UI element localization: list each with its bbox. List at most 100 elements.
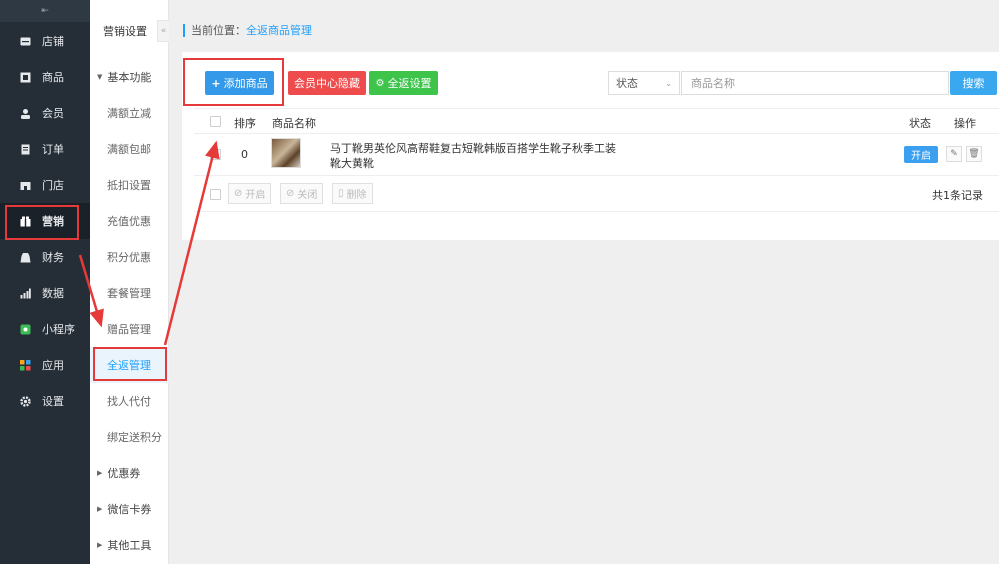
- subnav-title-text: 营销设置: [103, 25, 147, 38]
- breadcrumb-prefix: 当前位置：: [191, 24, 246, 37]
- nav-item-label: 数据: [42, 287, 64, 300]
- finance-icon: [20, 252, 31, 263]
- subnav-item-recharge[interactable]: 充值优惠: [90, 203, 169, 239]
- batch-disable-button[interactable]: ⊘ 关闭: [280, 183, 324, 204]
- subnav-item-deduction[interactable]: 抵扣设置: [90, 167, 169, 203]
- nav-item-label: 门店: [42, 179, 64, 192]
- subnav-group-label: 基本功能: [107, 71, 152, 84]
- subnav-item-full-reduce[interactable]: 满额立减: [90, 95, 169, 131]
- nav-item-label: 设置: [42, 395, 64, 408]
- batch-delete-button[interactable]: ▯ 删除: [332, 183, 373, 204]
- nav-item-label: 财务: [42, 251, 64, 264]
- th-sort: 排序: [234, 117, 256, 130]
- subnav-group-label: 优惠券: [107, 467, 141, 480]
- nav-item-goods[interactable]: 商品: [0, 59, 90, 95]
- nav-item-order[interactable]: 订单: [0, 131, 90, 167]
- nav-item-member[interactable]: 会员: [0, 95, 90, 131]
- caret-right-icon: ▶: [97, 469, 103, 477]
- row-checkbox[interactable]: [210, 149, 221, 160]
- full-return-settings-button[interactable]: ⚙ 全返设置: [369, 71, 438, 95]
- ban-icon: ⊘: [286, 188, 295, 199]
- th-status: 状态: [909, 117, 931, 130]
- subnav-group-basic[interactable]: ▼ 基本功能: [90, 59, 169, 95]
- batch-enable-button[interactable]: ⊘ 开启: [228, 183, 272, 204]
- order-icon: [20, 144, 31, 155]
- edit-icon[interactable]: ✎: [946, 146, 962, 162]
- table-header: 排序 商品名称 状态 操作: [194, 108, 999, 134]
- batch-delete-label: 删除: [346, 190, 367, 201]
- member-center-hide-button[interactable]: 会员中心隐藏: [288, 71, 366, 95]
- subnav-group-wechat-card[interactable]: ▶ 微信卡券: [90, 491, 169, 527]
- table-row: 0 马丁靴男英伦风高帮鞋复古短靴韩版百搭学生靴子秋季工装靴大黄靴 开启 ✎ 🗑: [194, 134, 999, 176]
- subnav-item-label: 找人代付: [107, 395, 151, 408]
- trash-icon[interactable]: 🗑: [966, 146, 982, 162]
- marketing-subnav: 营销设置 « ▼ 基本功能 满额立减 满额包邮 抵扣设置 充值优惠 积分优惠 套…: [90, 0, 169, 564]
- apps-icon: [20, 359, 31, 371]
- nav-item-miniprogram[interactable]: 小程序: [0, 311, 90, 347]
- nav-item-settings[interactable]: 设置: [0, 383, 90, 419]
- caret-right-icon: ▶: [97, 541, 103, 549]
- status-toggle[interactable]: 开启: [904, 146, 938, 163]
- subnav-item-label: 满额包邮: [107, 143, 151, 156]
- collapse-left-icon: «: [160, 26, 167, 36]
- subnav-item-pay-for-me[interactable]: 找人代付: [90, 383, 169, 419]
- subnav-group-label: 微信卡券: [107, 503, 152, 516]
- chart-icon: [20, 288, 31, 299]
- th-ops: 操作: [954, 117, 976, 130]
- member-icon: [20, 108, 31, 119]
- subnav-item-label: 赠品管理: [107, 323, 151, 336]
- row-sort: 0: [241, 148, 248, 161]
- annotation-highlight-add-goods: [183, 58, 284, 106]
- nav-item-store[interactable]: 店铺: [0, 23, 90, 59]
- nav-item-label: 商品: [42, 71, 64, 84]
- shop-icon: [20, 180, 31, 191]
- status-select-value: 状态: [616, 77, 638, 90]
- main-nav: ⇤ 店铺 商品 会员 订单 门店 营销 财务 数据 小程序 应用 设置: [0, 0, 90, 564]
- breadcrumb-marker: [183, 23, 185, 37]
- breadcrumb: 当前位置： 全返商品管理: [183, 22, 312, 38]
- product-thumbnail: [271, 138, 301, 168]
- nav-item-shop[interactable]: 门店: [0, 167, 90, 203]
- store-icon: [20, 36, 31, 47]
- total-records: 共1条记录: [932, 189, 983, 202]
- subnav-item-label: 积分优惠: [107, 251, 151, 264]
- subnav-group-other-tools[interactable]: ▶ 其他工具: [90, 527, 169, 563]
- breadcrumb-current[interactable]: 全返商品管理: [246, 22, 312, 38]
- status-select[interactable]: 状态 ⌄: [608, 71, 680, 95]
- subnav-item-free-shipping[interactable]: 满额包邮: [90, 131, 169, 167]
- settings-label: 全返设置: [387, 77, 432, 90]
- footer-select-all-checkbox[interactable]: [210, 189, 221, 200]
- th-name: 商品名称: [272, 117, 316, 130]
- nav-item-label: 会员: [42, 107, 64, 120]
- annotation-highlight-marketing: [5, 205, 79, 240]
- subnav-item-package[interactable]: 套餐管理: [90, 275, 169, 311]
- nav-collapse-button[interactable]: ⇤: [0, 0, 90, 22]
- subnav-item-gift[interactable]: 赠品管理: [90, 311, 169, 347]
- subnav-group-coupon[interactable]: ▶ 优惠券: [90, 455, 169, 491]
- subnav-group-label: 其他工具: [107, 539, 152, 552]
- nav-item-label: 店铺: [42, 35, 64, 48]
- select-all-checkbox[interactable]: [210, 116, 221, 127]
- nav-item-label: 小程序: [42, 323, 75, 336]
- search-placeholder: 商品名称: [691, 77, 735, 90]
- trash-icon: ▯: [338, 188, 344, 199]
- search-button[interactable]: 搜索: [950, 71, 997, 95]
- table-footer: ⊘ 开启 ⊘ 关闭 ▯ 删除 共1条记录: [194, 176, 999, 212]
- subnav-item-bind-points[interactable]: 绑定送积分: [90, 419, 169, 455]
- subnav-collapse-button[interactable]: «: [157, 20, 169, 42]
- product-name: 马丁靴男英伦风高帮鞋复古短靴韩版百搭学生靴子秋季工装靴大黄靴: [330, 142, 616, 170]
- goods-name-search-input[interactable]: 商品名称: [681, 71, 949, 95]
- miniprogram-icon: [20, 324, 31, 335]
- goods-panel: + 添加商品 会员中心隐藏 ⚙ 全返设置 状态 ⌄ 商品名称 搜索 排序 商品名…: [182, 52, 999, 240]
- nav-item-apps[interactable]: 应用: [0, 347, 90, 383]
- nav-item-finance[interactable]: 财务: [0, 239, 90, 275]
- check-circle-icon: ⊘: [234, 188, 243, 199]
- subnav-item-label: 充值优惠: [107, 215, 151, 228]
- subnav-item-points[interactable]: 积分优惠: [90, 239, 169, 275]
- main-content: 当前位置： 全返商品管理 + 添加商品 会员中心隐藏 ⚙ 全返设置 状态 ⌄ 商…: [170, 0, 999, 564]
- gear-icon: ⚙: [375, 77, 385, 89]
- subnav-title: 营销设置 «: [90, 0, 169, 62]
- subnav-item-label: 套餐管理: [107, 287, 151, 300]
- nav-item-label: 订单: [42, 143, 64, 156]
- nav-item-data[interactable]: 数据: [0, 275, 90, 311]
